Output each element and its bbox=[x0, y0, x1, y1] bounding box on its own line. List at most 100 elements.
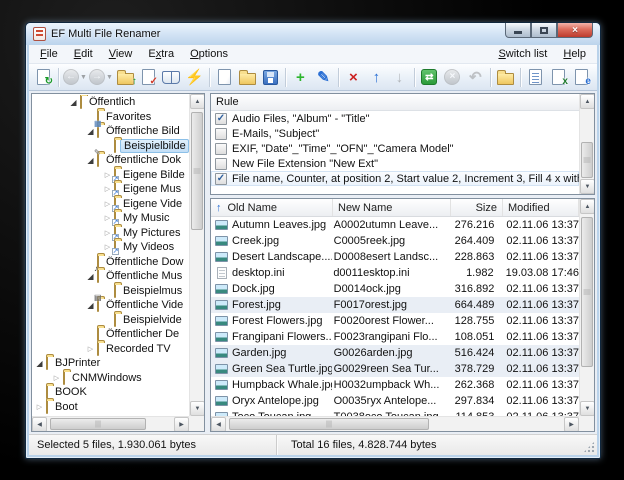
tree-item[interactable]: ▷ ↗ Eigene Bilde bbox=[33, 167, 189, 183]
dropdown-caret-icon[interactable]: ▼ bbox=[80, 74, 87, 81]
tree-item[interactable]: ◢ ✎ Öffentliche Dok bbox=[33, 149, 189, 168]
checkbox-icon[interactable] bbox=[215, 157, 227, 170]
minimize-button[interactable] bbox=[505, 23, 531, 38]
scroll-down-arrow-icon[interactable]: ▼ bbox=[580, 401, 594, 416]
rule-item[interactable]: ✓ Audio Files, "Album" - "Title" bbox=[211, 111, 579, 126]
scroll-right-arrow-icon[interactable]: ▶ bbox=[174, 417, 189, 431]
maximize-button[interactable] bbox=[531, 23, 557, 38]
swap-names-button[interactable]: ⇄ bbox=[418, 65, 441, 89]
checkbox-icon[interactable] bbox=[215, 142, 227, 155]
tree-item[interactable]: ▷ ↗ My Videos bbox=[33, 240, 189, 256]
tree-item[interactable]: ▷ CNMWindows bbox=[33, 370, 189, 386]
menu-item-switch-list[interactable]: Switch list bbox=[490, 46, 555, 62]
move-up-button[interactable]: ↑ bbox=[365, 65, 388, 89]
column-header-size[interactable]: Size bbox=[451, 199, 503, 216]
dropdown-caret-icon[interactable]: ▼ bbox=[106, 74, 113, 81]
tree-item[interactable]: ◢ ♪ Öffentliche Mus bbox=[33, 265, 189, 284]
move-down-button[interactable]: ↓ bbox=[388, 65, 411, 89]
start-rename-button[interactable]: ⚡ bbox=[183, 65, 206, 89]
table-row[interactable]: desktop.ini d0011esktop.ini 1.982 19.03.08 … bbox=[211, 265, 579, 281]
checkbox-icon[interactable] bbox=[215, 127, 227, 140]
tree-item[interactable]: Beispielvide bbox=[33, 312, 189, 328]
back-button[interactable]: ← ▼ bbox=[62, 65, 88, 89]
rule-item[interactable]: New File Extension "New Ext" bbox=[211, 156, 579, 171]
tree-expander-icon[interactable]: ◢ bbox=[33, 359, 46, 368]
tree-vscroll-thumb[interactable] bbox=[191, 112, 203, 230]
tree-item[interactable]: BOOK bbox=[33, 385, 189, 400]
scroll-right-arrow-icon[interactable]: ▶ bbox=[564, 417, 579, 431]
parent-folder-button[interactable]: ↑ bbox=[114, 65, 137, 89]
menu-item-help[interactable]: Help bbox=[555, 46, 594, 62]
checkbox-checked-icon[interactable]: ✓ bbox=[215, 172, 227, 185]
table-row[interactable]: Toco Toucan.jpgT0038oco Toucan.jpg114.85… bbox=[211, 409, 579, 416]
tree-item[interactable]: Favorites bbox=[33, 109, 189, 125]
tree-item[interactable]: Öffentlicher De bbox=[33, 327, 189, 342]
scroll-up-arrow-icon[interactable]: ▲ bbox=[580, 199, 594, 214]
table-row[interactable]: Forest.jpg F0017orest.jpg 664.489 02.11.06 … bbox=[211, 297, 579, 313]
scroll-left-arrow-icon[interactable]: ◀ bbox=[32, 417, 47, 431]
rule-vertical-scrollbar[interactable]: ▲ ▼ bbox=[579, 94, 594, 194]
menu-item-extra[interactable]: Extra bbox=[140, 46, 182, 62]
add-rule-button[interactable]: + bbox=[289, 65, 312, 89]
scroll-up-arrow-icon[interactable]: ▲ bbox=[580, 94, 594, 109]
tree-hscroll-thumb[interactable] bbox=[50, 418, 146, 430]
file-vertical-scrollbar[interactable]: ▲ ▼ bbox=[579, 199, 594, 416]
save-profile-button[interactable] bbox=[259, 65, 282, 89]
tree-item[interactable]: Beispielmus bbox=[33, 283, 189, 299]
preview-book-button[interactable] bbox=[160, 65, 183, 89]
delete-rule-button[interactable]: × bbox=[342, 65, 365, 89]
scroll-up-arrow-icon[interactable]: ▲ bbox=[190, 94, 204, 109]
scroll-down-arrow-icon[interactable]: ▼ bbox=[580, 179, 594, 194]
tree-item[interactable]: Beispielbilde bbox=[33, 138, 189, 154]
column-header-modified[interactable]: Modified bbox=[503, 199, 579, 216]
rule-item[interactable]: EXIF, "Date"_"Time"_"OFN"_"Camera Model" bbox=[211, 141, 579, 156]
tree-item[interactable]: ▷ Recorded TV bbox=[33, 341, 189, 357]
rule-item[interactable]: ✓ File name, Counter, at position 2, Star… bbox=[211, 171, 579, 186]
export-excel-button[interactable]: x bbox=[547, 65, 570, 89]
table-row[interactable]: Humpback Whale.jpg H0032umpback Wh... 262.… bbox=[211, 377, 579, 393]
tree-item[interactable]: ◢ BJPrinter bbox=[33, 356, 189, 371]
table-row[interactable]: Autumn Leaves.jpg A0002utumn Leave... 276.… bbox=[211, 217, 579, 233]
menu-item-options[interactable]: Options bbox=[182, 46, 236, 62]
column-header-new-name[interactable]: New Name bbox=[333, 199, 451, 216]
tree-item[interactable]: ◢ Öffentlich bbox=[33, 95, 189, 110]
table-row[interactable]: Dock.jpg D0014ock.jpg 316.892 02.11.06 13:3… bbox=[211, 281, 579, 297]
edit-rule-button[interactable]: ✎ bbox=[312, 65, 335, 89]
tree-expander-icon[interactable]: ▷ bbox=[33, 403, 46, 411]
tree-horizontal-scrollbar[interactable]: ◀ ▶ bbox=[32, 416, 189, 431]
undo-button[interactable]: ↶ bbox=[464, 65, 487, 89]
checkbox-checked-icon[interactable]: ✓ bbox=[215, 112, 227, 125]
export-button[interactable]: e bbox=[570, 65, 593, 89]
tree-expander-icon[interactable]: ▷ bbox=[84, 345, 97, 353]
browse-folder-button[interactable] bbox=[494, 65, 517, 89]
table-row[interactable]: Desert Landscape.... D0008esert Landsc...… bbox=[211, 249, 579, 265]
rule-vscroll-thumb[interactable] bbox=[581, 142, 593, 178]
stop-button[interactable]: × bbox=[441, 65, 464, 89]
reload-button[interactable]: ↻ bbox=[32, 65, 55, 89]
tree-item[interactable]: ▷ ↗ Eigene Mus bbox=[33, 182, 189, 198]
table-row[interactable]: Green Sea Turtle.jpg G0029reen Sea Tur...… bbox=[211, 361, 579, 377]
tree-item[interactable]: Öffentliche Dow bbox=[33, 254, 189, 270]
open-profile-button[interactable] bbox=[236, 65, 259, 89]
table-row[interactable]: Forest Flowers.jpg F0020orest Flower... 12… bbox=[211, 313, 579, 329]
tree-item[interactable]: ▷ ↗ My Pictures bbox=[33, 225, 189, 241]
file-vscroll-thumb[interactable] bbox=[581, 217, 593, 367]
table-row[interactable]: Garden.jpg G0026arden.jpg 516.424 02.11.06 … bbox=[211, 345, 579, 361]
menu-item-file[interactable]: File bbox=[32, 46, 66, 62]
tree-item[interactable]: ◢ ▦ Öffentliche Bild bbox=[33, 120, 189, 139]
tree-item[interactable]: ▷ ↗ My Music bbox=[33, 211, 189, 227]
file-horizontal-scrollbar[interactable]: ◀ ▶ bbox=[211, 416, 579, 431]
tree-vertical-scrollbar[interactable]: ▲ ▼ bbox=[189, 94, 204, 416]
tree-item[interactable]: ▷ ↗ Eigene Vide bbox=[33, 196, 189, 212]
menu-item-edit[interactable]: Edit bbox=[66, 46, 101, 62]
rule-item[interactable]: E-Mails, "Subject" bbox=[211, 126, 579, 141]
tree-expander-icon[interactable]: ◢ bbox=[67, 98, 80, 107]
check-names-button[interactable]: ✓ bbox=[137, 65, 160, 89]
menu-item-view[interactable]: View bbox=[101, 46, 141, 62]
rule-panel-header[interactable]: Rule bbox=[211, 94, 594, 111]
table-row[interactable]: Oryx Antelope.jpg O0035ryx Antelope... 297… bbox=[211, 393, 579, 409]
column-header-old-name[interactable]: ↑ Old Name bbox=[211, 199, 333, 216]
forward-button[interactable]: → ▼ bbox=[88, 65, 114, 89]
table-row[interactable]: Frangipani Flowers... F0023rangipani Flo.… bbox=[211, 329, 579, 345]
tree-item[interactable]: ◢ ▤ Öffentliche Vide bbox=[33, 294, 189, 313]
